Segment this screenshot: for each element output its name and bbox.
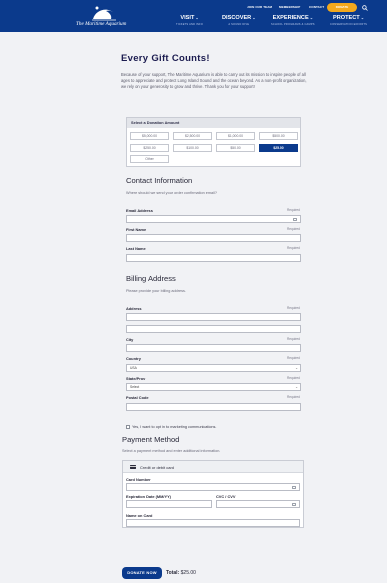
payment-subheading: Select a payment method and enter additi… (122, 449, 221, 453)
total-label: Total: (166, 570, 180, 576)
amount-option-25-selected[interactable]: $25.00 (259, 144, 298, 152)
total-value: $25.00 (180, 570, 196, 576)
state-value: Select (130, 385, 140, 389)
required-label: Required (287, 306, 300, 310)
nav-visit-label: VISIT (180, 15, 195, 21)
postal-code-label: Postal Code (126, 395, 149, 400)
donation-amount-heading: Select a Donation Amount (127, 118, 300, 128)
chevron-down-icon: ⌄ (295, 385, 298, 389)
logo-text: The Maritime Aquarium (76, 21, 127, 27)
donation-amount-panel: Select a Donation Amount $5,000.00 $2,50… (126, 117, 301, 167)
nav-experience[interactable]: EXPERIENCE⌄ SCHOOL PROGRAMS & CAMPS (271, 15, 315, 26)
amount-option-50[interactable]: $50.00 (216, 144, 255, 152)
amount-option-5000[interactable]: $5,000.00 (130, 132, 169, 140)
country-label: Country (126, 356, 141, 361)
amount-option-2500[interactable]: $2,500.00 (173, 132, 212, 140)
expiration-label: Expiration Date (MM/YY) (126, 494, 171, 499)
nav-discover-sub: A SOUND DIVE (228, 23, 250, 26)
name-on-card-label: Name on Card (126, 513, 153, 518)
amount-option-100[interactable]: $100.00 (173, 144, 212, 152)
amount-option-250[interactable]: $250.00 (130, 144, 169, 152)
nav-discover[interactable]: DISCOVER⌄ A SOUND DIVE (222, 15, 256, 26)
nav-visit[interactable]: VISIT⌄ TICKETS AND INFO (176, 15, 203, 26)
amount-option-1000[interactable]: $1,000.00 (216, 132, 255, 140)
chevron-down-icon: ⌄ (309, 15, 314, 20)
email-field[interactable] (126, 215, 301, 223)
city-field[interactable] (126, 344, 301, 352)
address-line2-field[interactable] (126, 325, 301, 333)
required-label: Required (287, 227, 300, 231)
last-name-field[interactable] (126, 254, 301, 262)
marketing-optin-label: Yes, I want to opt in to marketing commu… (132, 425, 217, 429)
payment-heading: Payment Method (122, 435, 180, 444)
email-label: Email Address (126, 208, 153, 213)
donate-now-button[interactable]: DONATE NOW (122, 567, 162, 579)
marketing-optin-checkbox[interactable] (126, 425, 130, 429)
nav-protect-label: PROTECT (333, 15, 360, 21)
required-label: Required (287, 356, 300, 360)
cvc-field[interactable] (216, 500, 300, 508)
postal-code-field[interactable] (126, 403, 301, 411)
util-link-contact[interactable]: CONTACT (309, 5, 324, 9)
chevron-down-icon: ⌄ (360, 15, 365, 20)
required-label: Required (287, 208, 300, 212)
contact-heading: Contact Information (126, 176, 193, 185)
cvc-label: CVC / CVV (216, 494, 236, 499)
required-label: Required (287, 395, 300, 399)
amount-option-other[interactable]: Other (130, 155, 169, 163)
city-label: City (126, 337, 134, 342)
address-line1-field[interactable] (126, 313, 301, 321)
intro-text: Because of your support, The Maritime Aq… (121, 72, 307, 90)
state-label: State/Prov (126, 376, 146, 381)
required-label: Required (287, 376, 300, 380)
required-label: Required (287, 337, 300, 341)
payment-method-label: Credit or debit card (140, 464, 175, 470)
contact-card-icon (293, 218, 297, 221)
header-donate-button[interactable]: DONATE (327, 3, 357, 12)
payment-panel: Credit or debit card Card Number Expirat… (122, 460, 304, 528)
amount-option-500[interactable]: $500.00 (259, 132, 298, 140)
search-icon[interactable] (362, 5, 368, 11)
first-name-field[interactable] (126, 234, 301, 242)
chevron-down-icon: ⌄ (195, 15, 199, 20)
util-link-membership[interactable]: MEMBERSHIP (279, 5, 300, 9)
util-link-join[interactable]: JOIN OUR TEAM (247, 5, 272, 9)
nav-protect[interactable]: PROTECT⌄ CONSERVATION EFFORTS (330, 15, 367, 26)
country-value: USA (130, 366, 137, 370)
billing-heading: Billing Address (126, 274, 176, 283)
nav-protect-sub: CONSERVATION EFFORTS (330, 23, 368, 26)
contact-subheading: Where should we send your order confirma… (126, 191, 217, 195)
nav-discover-label: DISCOVER (222, 15, 252, 21)
expiration-field[interactable] (126, 500, 212, 508)
card-icon (292, 486, 296, 489)
total-amount: Total: $25.00 (166, 570, 196, 576)
state-select[interactable]: Select ⌄ (126, 383, 301, 391)
payment-method-option[interactable]: Credit or debit card (123, 461, 303, 473)
card-number-label: Card Number (126, 477, 151, 482)
name-on-card-field[interactable] (126, 519, 300, 527)
country-select[interactable]: USA ⌄ (126, 364, 301, 372)
chevron-down-icon: ⌄ (252, 15, 256, 20)
nav-visit-sub: TICKETS AND INFO (176, 23, 204, 26)
required-label: Required (287, 246, 300, 250)
card-back-icon (292, 503, 296, 506)
billing-subheading: Please provide your billing address. (126, 289, 186, 293)
credit-card-icon (130, 465, 136, 469)
site-header: The Maritime Aquarium JOIN OUR TEAM MEMB… (0, 0, 387, 32)
chevron-down-icon: ⌄ (295, 366, 298, 370)
nav-experience-label: EXPERIENCE (272, 15, 309, 21)
card-number-field[interactable] (126, 483, 300, 491)
last-name-label: Last Name (126, 246, 146, 251)
address-label: Address (126, 306, 142, 311)
site-logo[interactable]: The Maritime Aquarium (76, 5, 132, 29)
nav-experience-sub: SCHOOL PROGRAMS & CAMPS (271, 23, 315, 26)
whale-logo-icon (92, 6, 116, 21)
page-title: Every Gift Counts! (121, 53, 210, 64)
first-name-label: First Name (126, 227, 147, 232)
